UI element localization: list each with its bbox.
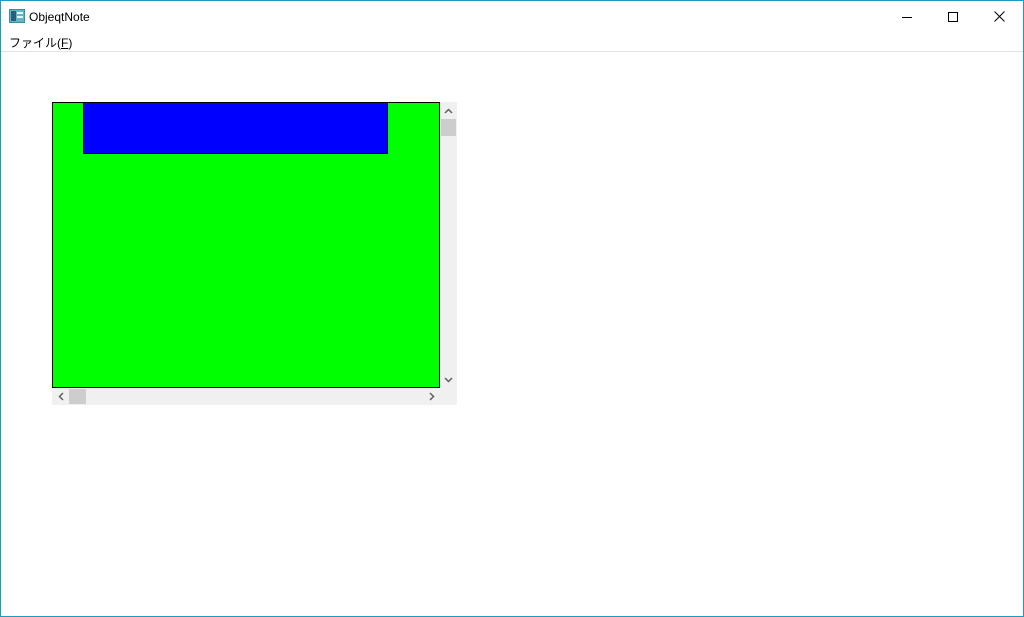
chevron-down-icon: [444, 376, 453, 383]
chevron-left-icon: [57, 392, 64, 401]
scroll-down-button[interactable]: [440, 371, 457, 388]
close-button[interactable]: [976, 1, 1022, 32]
scrollbar-corner: [440, 388, 457, 405]
client-area: [1, 52, 1023, 616]
blue-rectangle-shape[interactable]: [83, 103, 388, 154]
horizontal-scrollbar[interactable]: [52, 388, 440, 405]
menu-bar: ファイル(F): [1, 32, 1023, 52]
minimize-icon: [902, 16, 912, 18]
menu-file[interactable]: ファイル(F): [7, 34, 74, 50]
window-title: ObjeqtNote: [29, 10, 90, 24]
scroll-left-button[interactable]: [52, 388, 69, 405]
app-window: ObjeqtNote ファイル(F): [0, 0, 1024, 617]
canvas-scroll-view: [52, 102, 457, 406]
drawing-canvas[interactable]: [52, 102, 440, 388]
horizontal-scroll-thumb[interactable]: [69, 389, 86, 404]
vertical-scrollbar[interactable]: [440, 102, 457, 388]
scroll-up-button[interactable]: [440, 102, 457, 119]
close-icon: [993, 11, 1005, 22]
chevron-right-icon: [428, 392, 435, 401]
title-bar[interactable]: ObjeqtNote: [1, 1, 1023, 32]
maximize-button[interactable]: [930, 1, 976, 32]
chevron-up-icon: [444, 107, 453, 114]
vertical-scroll-thumb[interactable]: [441, 119, 456, 136]
scroll-right-button[interactable]: [423, 388, 440, 405]
app-icon: [9, 9, 25, 23]
minimize-button[interactable]: [884, 1, 930, 32]
maximize-icon: [948, 11, 958, 22]
